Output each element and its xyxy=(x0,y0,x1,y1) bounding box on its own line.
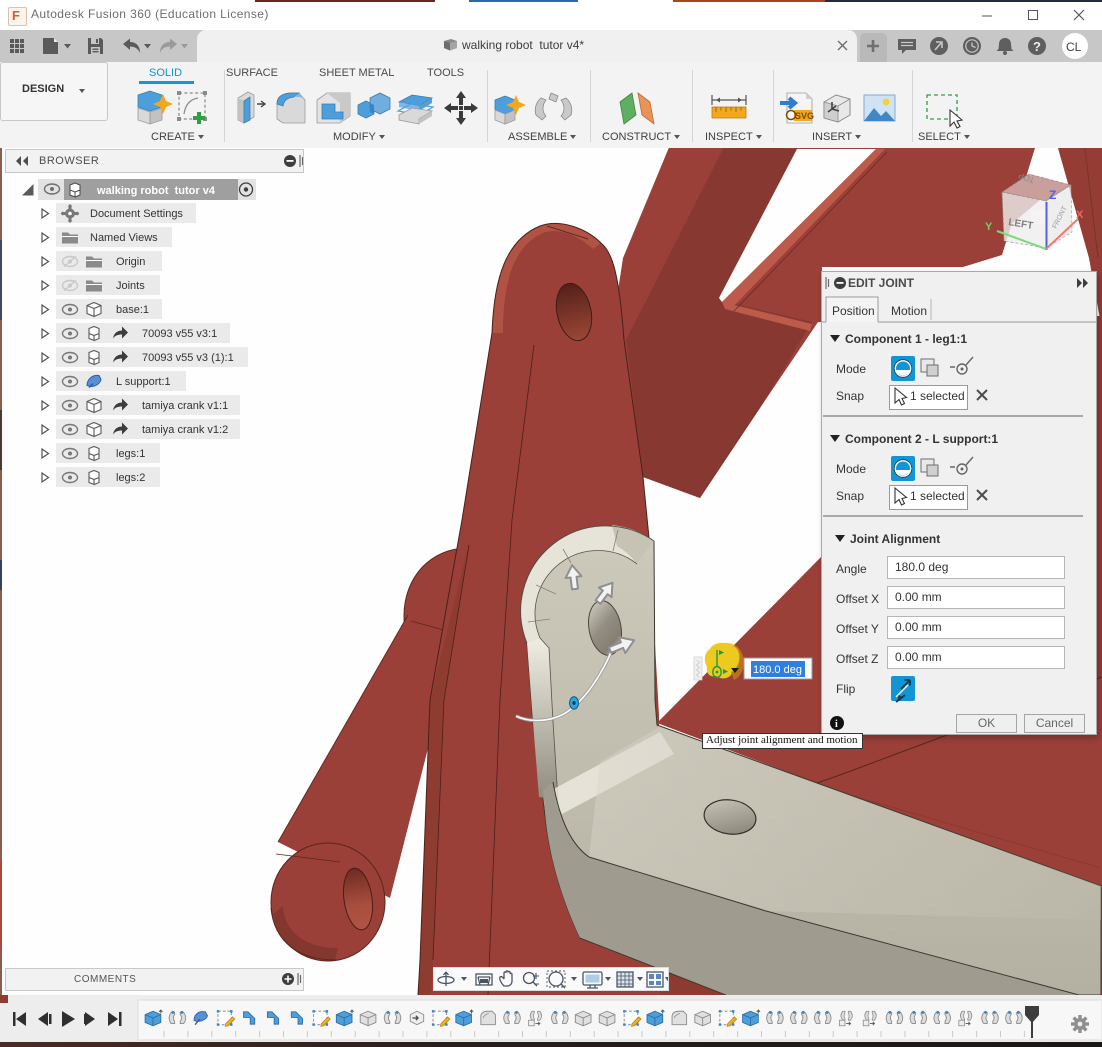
svg-text:tamiya crank v1:1: tamiya crank v1:1 xyxy=(142,400,228,412)
svg-text:Z: Z xyxy=(1049,188,1056,202)
svg-text:walking robot tutor v4: walking robot tutor v4 xyxy=(96,185,216,197)
svg-text:Origin: Origin xyxy=(116,256,145,268)
svg-text:tamiya crank v1:2: tamiya crank v1:2 xyxy=(142,424,228,436)
svg-text:L support:1: L support:1 xyxy=(116,376,171,388)
svg-text:X: X xyxy=(1076,209,1084,221)
svg-text:legs:2: legs:2 xyxy=(116,472,145,484)
svg-text:70093 v55 v3:1: 70093 v55 v3:1 xyxy=(142,328,217,340)
svg-text:Y: Y xyxy=(985,221,993,233)
svg-text:180.0 deg: 180.0 deg xyxy=(753,664,802,676)
svg-text:legs:1: legs:1 xyxy=(116,448,145,460)
svg-text:Named Views: Named Views xyxy=(90,232,158,244)
svg-text:70093 v55 v3 (1):1: 70093 v55 v3 (1):1 xyxy=(142,352,234,364)
svg-text:Joints: Joints xyxy=(116,280,145,292)
svg-text:base:1: base:1 xyxy=(116,304,149,316)
svg-text:Document Settings: Document Settings xyxy=(90,208,183,220)
